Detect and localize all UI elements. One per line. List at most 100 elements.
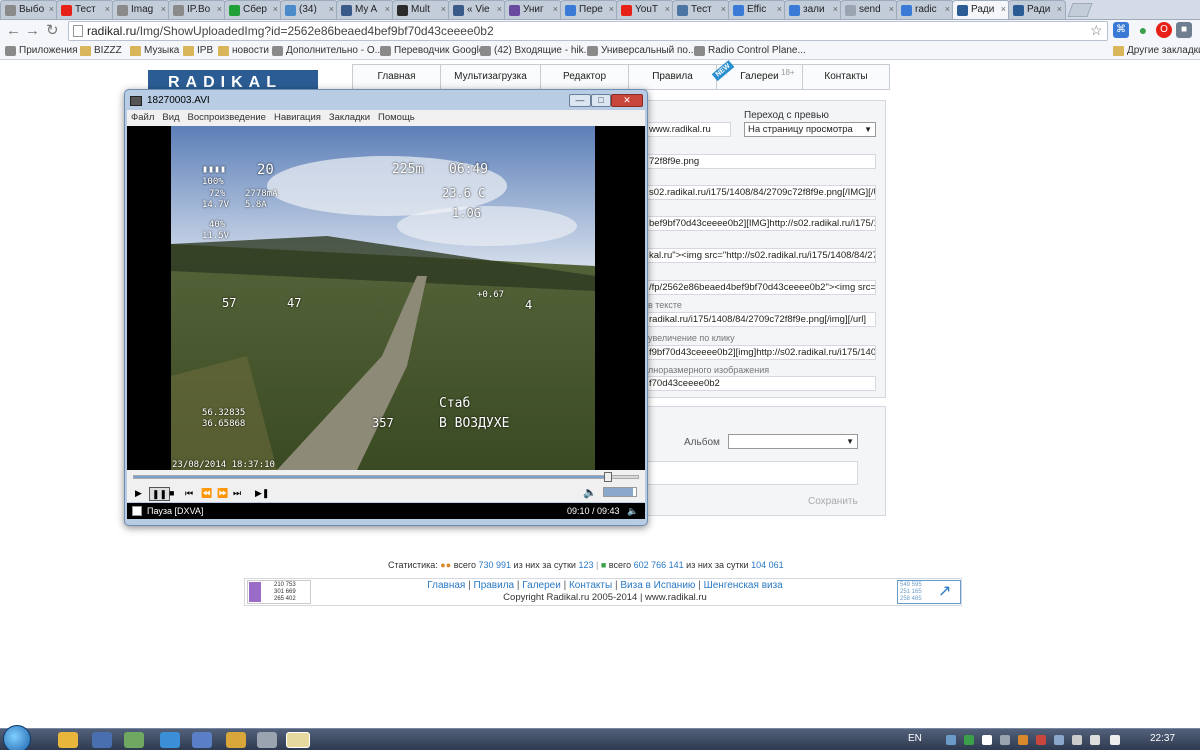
album-select[interactable]: ▼ — [728, 434, 858, 449]
opera-icon[interactable]: O — [1156, 22, 1172, 38]
rewind-icon[interactable]: ⏪ — [201, 487, 212, 499]
browser-tab[interactable]: Пере × — [560, 0, 618, 19]
code-field[interactable]: kal.ru"><img src="http://s02.radikal.ru/… — [645, 248, 876, 263]
save-button[interactable]: Сохранить — [808, 496, 858, 507]
tray-icon[interactable] — [1036, 735, 1046, 745]
close-tab-icon[interactable]: × — [721, 4, 726, 14]
forward-icon[interactable]: → — [25, 22, 40, 40]
prev-icon[interactable]: ⏮ — [185, 487, 193, 499]
speaker-icon[interactable]: 🔈 — [583, 487, 597, 499]
save-icon[interactable] — [92, 732, 112, 748]
bookmark-star-icon[interactable]: ☆ — [1090, 22, 1103, 39]
tray-icon[interactable] — [1110, 735, 1120, 745]
close-tab-icon[interactable]: × — [49, 4, 54, 14]
counter-right[interactable]: 549 595 251 165 258 485 ↗ — [897, 580, 961, 604]
close-tab-icon[interactable]: × — [385, 4, 390, 14]
close-tab-icon[interactable]: × — [833, 4, 838, 14]
nav-multiupload[interactable]: Мультизагрузка — [441, 65, 541, 89]
close-tab-icon[interactable]: × — [273, 4, 278, 14]
video-frame[interactable]: ▮▮▮▮ 20 100% 72% 14.7V 2778mA 5.8A 40% 1… — [127, 126, 645, 470]
footer-link[interactable]: Правила — [474, 580, 515, 591]
browser-tab[interactable]: Imag × — [112, 0, 170, 19]
browser-tab[interactable]: Effic × — [728, 0, 786, 19]
media-player-window[interactable]: 18270003.AVI — □ ✕ Файл Вид Воспроизведени… — [124, 89, 648, 526]
menu-help[interactable]: Помощь — [374, 110, 419, 126]
browser-tab[interactable]: Тест × — [56, 0, 114, 19]
player-title-bar[interactable]: 18270003.AVI — □ ✕ — [127, 92, 645, 111]
menu-bookmarks[interactable]: Закладки — [325, 110, 374, 126]
code-field[interactable]: bef9bf70d43ceeee0b2][IMG]http://s02.radi… — [645, 216, 876, 231]
language-indicator[interactable]: EN — [908, 733, 922, 744]
close-tab-icon[interactable]: × — [105, 4, 110, 14]
tray-icon[interactable] — [946, 735, 956, 745]
tray-icon[interactable] — [1018, 735, 1028, 745]
new-tab-button[interactable] — [1067, 3, 1093, 17]
app-icon[interactable] — [160, 732, 180, 748]
close-tab-icon[interactable]: × — [889, 4, 894, 14]
code-field[interactable]: 72f8f9e.png — [645, 154, 876, 169]
code-field[interactable]: /fp/2562e86beaed4bef9bf70d43ceeee0b2"><i… — [645, 280, 876, 295]
menu-file[interactable]: Файл — [127, 110, 158, 126]
site-field[interactable]: www.radikal.ru — [645, 122, 731, 137]
tray-icon[interactable] — [1054, 735, 1064, 745]
bookmark-item[interactable]: Переводчик Google — [380, 44, 484, 58]
extension-icon[interactable]: ● — [1135, 22, 1151, 38]
close-tab-icon[interactable]: × — [777, 4, 782, 14]
close-button[interactable]: ✕ — [611, 94, 643, 107]
address-bar[interactable]: radikal.ru/Img/ShowUploadedImg?id=2562e8… — [68, 21, 1108, 41]
volume-tray-icon[interactable] — [1090, 735, 1100, 745]
taskbar-clock[interactable]: 22:37 — [1150, 733, 1175, 744]
browser-tab[interactable]: IP.Bo × — [168, 0, 226, 19]
bookmark-item[interactable]: BIZZZ — [80, 44, 122, 58]
pause-icon[interactable]: ❚❚ — [149, 487, 171, 501]
browser-tab[interactable]: YouT × — [616, 0, 674, 19]
close-tab-icon[interactable]: × — [1057, 4, 1062, 14]
browser-tab[interactable]: radic × — [896, 0, 954, 19]
tray-icon[interactable] — [964, 735, 974, 745]
forward-icon[interactable]: ⏩ — [217, 487, 228, 499]
back-icon[interactable]: ← — [6, 22, 21, 40]
other-bookmarks[interactable]: Другие закладки — [1113, 44, 1200, 58]
start-button[interactable] — [3, 725, 31, 750]
close-tab-icon[interactable]: × — [665, 4, 670, 14]
footer-link[interactable]: Галереи — [522, 580, 561, 591]
browser-tab[interactable]: (34) × — [280, 0, 338, 19]
bookmark-item[interactable]: Приложения — [5, 44, 78, 58]
bookmark-item[interactable]: Дополнительно - О... — [272, 44, 383, 58]
nav-contacts[interactable]: Контакты — [803, 65, 889, 89]
browser-tab[interactable]: Тест × — [672, 0, 730, 19]
bookmark-item[interactable]: Универсальный по... — [587, 44, 696, 58]
minimize-button[interactable]: — — [569, 94, 591, 107]
bookmark-item[interactable]: Музыка — [130, 44, 179, 58]
code-field[interactable]: f70d43ceeee0b2 — [645, 376, 876, 391]
preview-select[interactable]: На страницу просмотра ▼ — [744, 122, 876, 137]
app-icon[interactable] — [192, 732, 212, 748]
footer-link[interactable]: Главная — [427, 580, 465, 591]
nav-home[interactable]: Главная — [353, 65, 441, 89]
frame-step-icon[interactable]: ▶❚ — [255, 487, 269, 499]
close-tab-icon[interactable]: × — [609, 4, 614, 14]
close-tab-icon[interactable]: × — [1001, 4, 1006, 14]
browser-tab[interactable]: Mult × — [392, 0, 450, 19]
code-field[interactable]: f9bf70d43ceeee0b2][img]http://s02.radika… — [645, 345, 876, 360]
stop-icon[interactable]: ■ — [169, 487, 174, 499]
bookmark-item[interactable]: новости — [218, 44, 269, 58]
browser-tab[interactable]: My A × — [336, 0, 394, 19]
chrome-icon[interactable] — [58, 732, 78, 748]
browser-tab[interactable]: Униг × — [504, 0, 562, 19]
bookmark-item[interactable]: IPB — [183, 44, 213, 58]
menu-playback[interactable]: Воспроизведение — [184, 110, 270, 126]
nav-rules[interactable]: Правила — [629, 65, 717, 89]
nav-editor[interactable]: Редактор — [541, 65, 629, 89]
close-tab-icon[interactable]: × — [553, 4, 558, 14]
extension-icon[interactable]: ⌘ — [1113, 22, 1129, 38]
tray-icon[interactable] — [1000, 735, 1010, 745]
maximize-button[interactable]: □ — [591, 94, 611, 107]
tray-icon[interactable] — [1072, 735, 1082, 745]
bookmark-item[interactable]: Radio Control Plane... — [694, 44, 806, 58]
close-tab-icon[interactable]: × — [441, 4, 446, 14]
media-player-task[interactable] — [286, 732, 310, 748]
browser-tab[interactable]: Сбер × — [224, 0, 282, 19]
browser-tab[interactable]: send × — [840, 0, 898, 19]
reload-icon[interactable]: ↻ — [46, 22, 59, 40]
